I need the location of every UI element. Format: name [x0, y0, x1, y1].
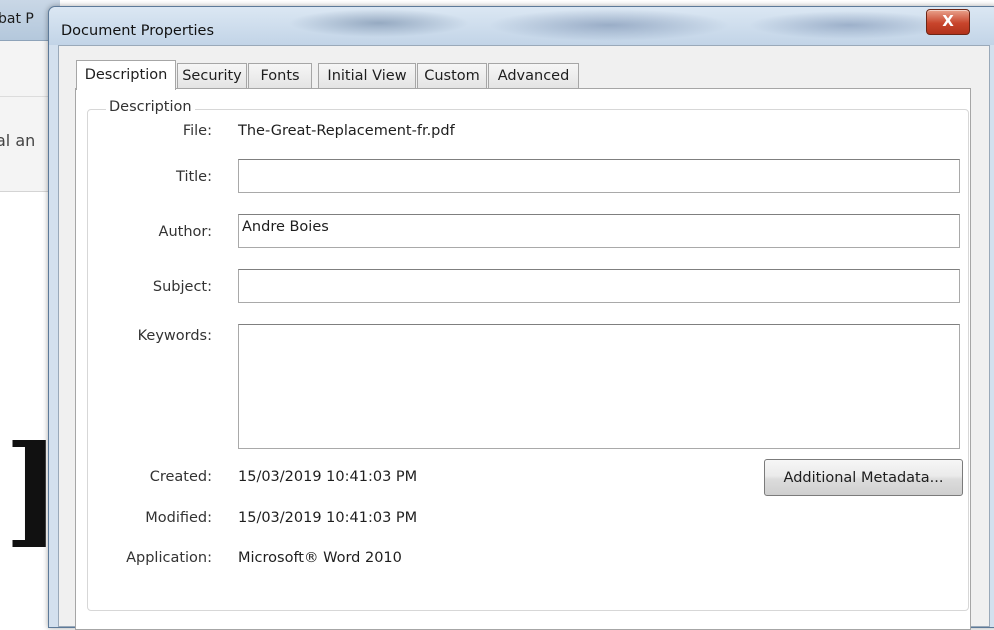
tab-advanced[interactable]: Advanced — [488, 63, 579, 88]
dialog-client-area: Description Security Fonts Initial View … — [58, 45, 990, 630]
created-label: Created: — [149, 469, 212, 485]
description-group: Description File: The-Great-Replacement-… — [87, 99, 969, 611]
modified-value: 15/03/2019 10:41:03 PM — [238, 510, 418, 526]
subject-label: Subject: — [152, 279, 212, 295]
close-button[interactable]: X — [926, 9, 970, 35]
title-label: Title: — [176, 169, 212, 185]
description-tab-page: Description File: The-Great-Replacement-… — [75, 88, 971, 630]
toolbar-divider — [0, 96, 50, 97]
tab-description[interactable]: Description — [76, 60, 176, 90]
keywords-label: Keywords: — [137, 328, 212, 344]
dialog-title: Document Properties — [61, 23, 215, 39]
title-field[interactable] — [238, 159, 960, 193]
background-app-title: bat P — [0, 11, 34, 27]
author-label: Author: — [158, 224, 212, 240]
background-app-toolbar-text: al an — [0, 131, 36, 150]
document-properties-dialog: Document Properties X Description Securi… — [48, 6, 994, 630]
dialog-titlebar[interactable]: Document Properties X — [49, 7, 994, 45]
tab-fonts[interactable]: Fonts — [248, 63, 312, 88]
tab-security[interactable]: Security — [177, 63, 247, 88]
file-label: File: — [182, 123, 212, 139]
author-field[interactable] — [238, 214, 960, 248]
keywords-field[interactable] — [238, 324, 960, 449]
application-value: Microsoft® Word 2010 — [238, 550, 402, 566]
tab-custom[interactable]: Custom — [417, 63, 487, 88]
additional-metadata-button[interactable]: Additional Metadata... — [764, 459, 963, 496]
modified-label: Modified: — [145, 510, 212, 526]
created-value: 15/03/2019 10:41:03 PM — [238, 469, 418, 485]
tab-initial-view[interactable]: Initial View — [318, 63, 416, 88]
background-app-toolbar: al an — [0, 41, 50, 192]
subject-field[interactable] — [238, 269, 960, 303]
group-title: Description — [106, 99, 195, 115]
file-value: The-Great-Replacement-fr.pdf — [238, 123, 455, 139]
application-label: Application: — [126, 550, 212, 566]
close-icon: X — [942, 12, 954, 30]
